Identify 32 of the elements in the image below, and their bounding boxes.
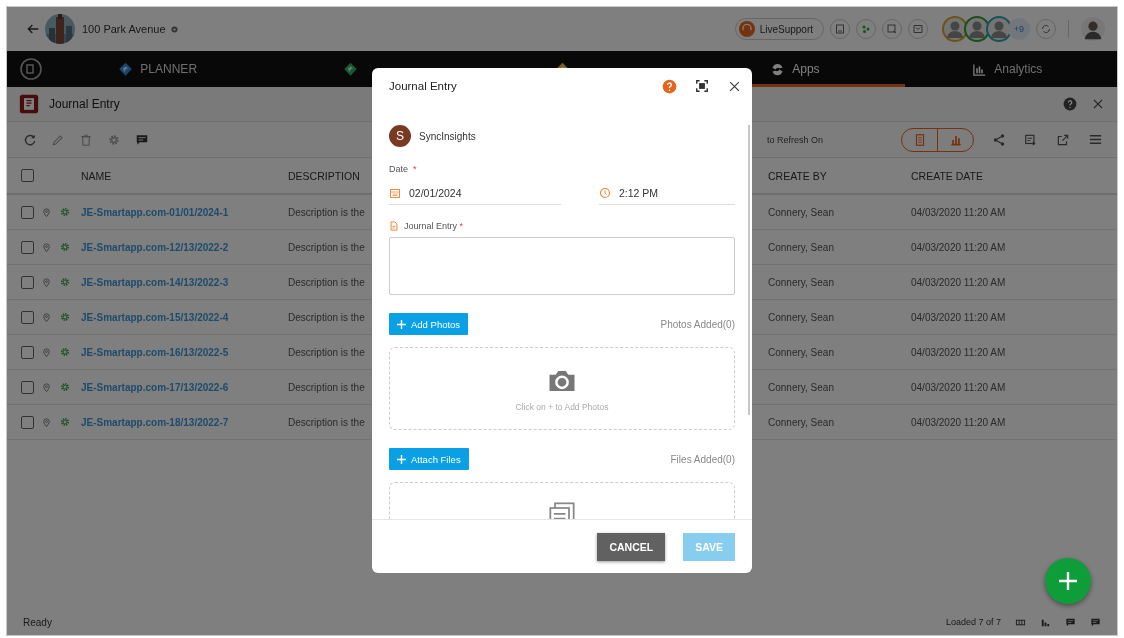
table-cell-text: 04/03/2020 11:20 AM xyxy=(911,381,1007,393)
table-cell-text: Connery, Sean xyxy=(768,276,835,288)
table-cell-text: 04/03/2020 11:20 AM xyxy=(911,276,1007,288)
table-cell-text: 04/03/2020 11:20 AM xyxy=(911,241,1007,253)
author-avatar: S xyxy=(389,125,411,147)
table-cell-text: 04/03/2020 11:20 AM xyxy=(911,416,1007,428)
status-text: Ready xyxy=(23,616,52,628)
date-label: Date * xyxy=(389,164,418,174)
table-cell-text: 04/03/2020 11:20 AM xyxy=(911,311,1007,323)
table-cell: Description is the xyxy=(288,381,365,393)
table-cell-text: 04/03/2020 11:20 AM xyxy=(911,346,1007,358)
photos-count: Photos Added(0) xyxy=(660,318,735,330)
table-cell-text: Connery, Sean xyxy=(768,416,835,428)
table-cell-text: Connery, Sean xyxy=(768,311,835,323)
entry-label: Journal Entry * xyxy=(404,221,464,231)
table-cell-text: 04/03/2020 11:20 AM xyxy=(911,206,1007,218)
app-title: Journal Entry xyxy=(49,97,120,111)
auto-refresh-label: to Refresh On xyxy=(766,134,823,145)
table-cell: Description is the xyxy=(288,346,365,358)
table-cell-text: Connery, Sean xyxy=(768,346,835,358)
table-cell: Description is the xyxy=(288,241,365,253)
table-cell: Description is the xyxy=(288,416,365,428)
author-name: SyncInsights xyxy=(419,130,476,142)
table-cell: Description is the xyxy=(288,311,365,323)
table-cell: Description is the xyxy=(288,276,365,288)
record-count: Loaded 7 of 7 xyxy=(945,617,1001,627)
table-cell-text: Connery, Sean xyxy=(768,206,835,218)
table-cell-text: Connery, Sean xyxy=(768,241,835,253)
dialog-title: Journal Entry xyxy=(389,80,457,92)
files-count: Files Added(0) xyxy=(670,453,735,465)
table-cell: Description is the xyxy=(288,206,365,218)
table-cell-text: Connery, Sean xyxy=(768,381,835,393)
